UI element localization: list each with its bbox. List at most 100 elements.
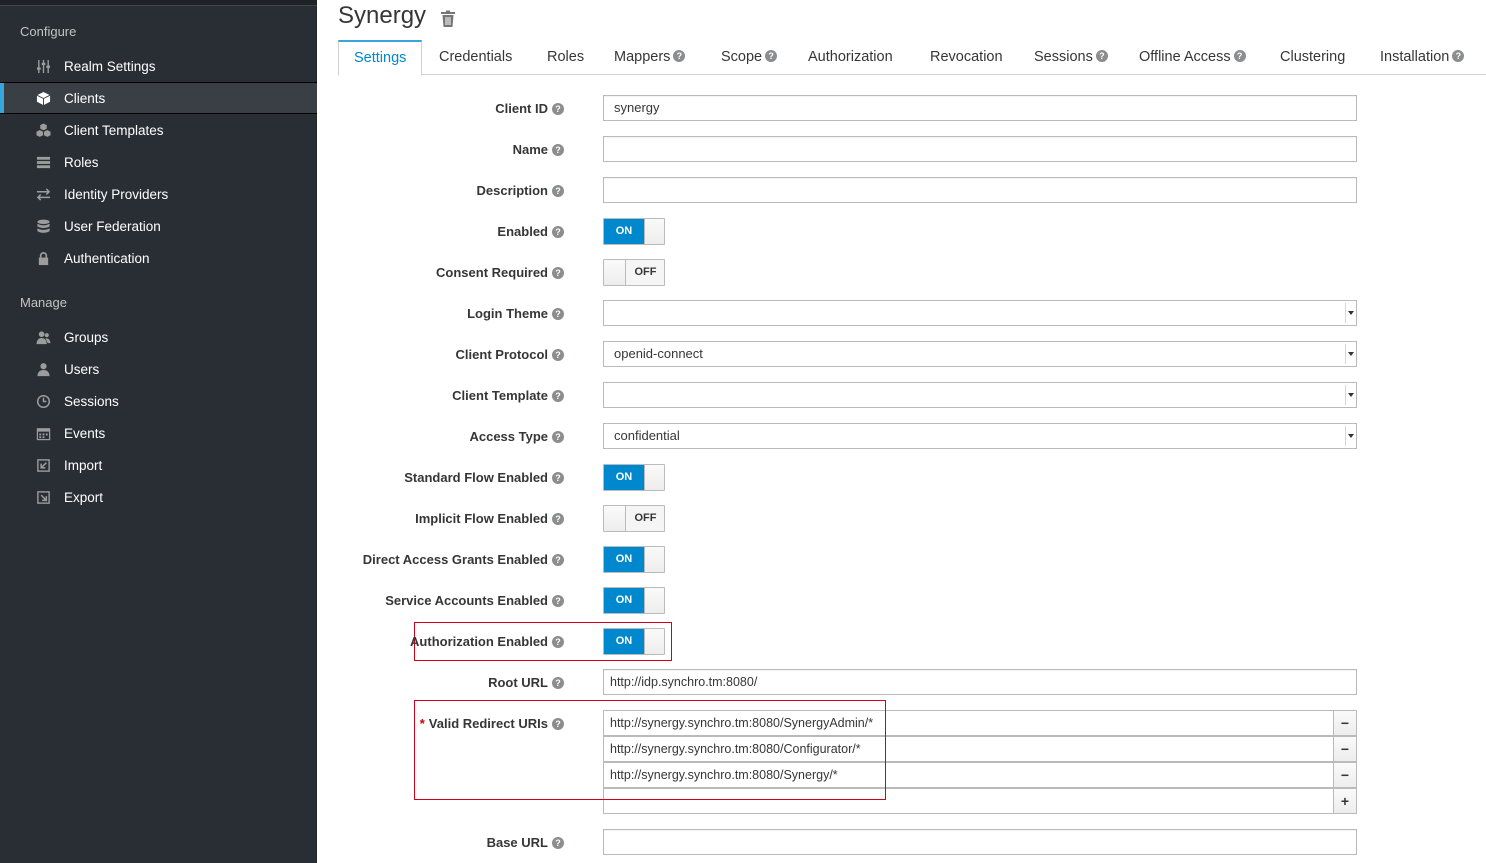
remove-uri-button[interactable]: − [1333,736,1357,762]
client-template-label: Client Template? [452,388,564,403]
trash-icon[interactable] [440,7,456,27]
tab-scope[interactable]: Scope? [721,40,778,75]
toggle-knob [604,506,626,531]
client-protocol-select[interactable]: openid-connect [603,341,1357,367]
help-icon[interactable]: ? [552,266,564,279]
export-icon [35,489,51,505]
standard-flow-toggle[interactable]: ON [603,464,665,491]
manage-section-title: Manage [20,295,67,310]
standard-flow-label: Standard Flow Enabled? [404,470,564,485]
help-icon[interactable]: ? [552,836,564,849]
toggle-knob [644,588,664,613]
tab-roles[interactable]: Roles [547,40,584,75]
tab-label: Installation [1380,49,1450,65]
toggle-on-label: ON [604,219,644,244]
login-theme-label: Login Theme? [467,306,564,321]
authorization-enabled-label: Authorization Enabled? [410,634,564,649]
tab-mappers[interactable]: Mappers? [614,40,686,75]
sidebar-item-clients[interactable]: Clients [0,82,317,114]
authorization-enabled-toggle[interactable]: ON [603,628,665,655]
add-uri-button[interactable]: + [1333,788,1357,814]
sidebar-item-label: Export [64,489,104,505]
help-icon[interactable]: ? [552,594,564,607]
name-input[interactable] [603,136,1357,162]
implicit-flow-toggle[interactable]: OFF [603,505,665,532]
service-accounts-toggle[interactable]: ON [603,587,665,614]
help-icon[interactable]: ? [552,553,564,566]
sidebar-item-label: User Federation [64,218,161,234]
help-icon[interactable]: ? [552,225,564,238]
sidebar-item-import[interactable]: Import [0,449,317,481]
sidebar-item-user-federation[interactable]: User Federation [0,210,317,242]
toggle-on-label: ON [604,465,644,490]
sidebar-item-label: Events [64,425,106,441]
sidebar-item-roles[interactable]: Roles [0,146,317,178]
service-accounts-label: Service Accounts Enabled? [385,593,564,608]
tab-authorization[interactable]: Authorization [808,40,893,75]
label-text: Direct Access Grants Enabled [362,552,548,567]
tab-clustering[interactable]: Clustering [1280,40,1345,75]
toggle-off-label: OFF [626,506,664,531]
help-icon[interactable]: ? [552,471,564,484]
help-icon[interactable]: ? [552,676,564,689]
import-icon [35,457,51,473]
description-input[interactable] [603,177,1357,203]
help-icon[interactable]: ? [1452,50,1465,63]
tab-installation[interactable]: Installation? [1380,40,1465,75]
chevron-down-icon [1345,303,1355,323]
enabled-label: Enabled? [497,224,564,239]
help-icon[interactable]: ? [552,102,564,115]
sidebar-item-sessions[interactable]: Sessions [0,385,317,417]
tab-sessions[interactable]: Sessions? [1034,40,1108,75]
base-url-input[interactable] [603,829,1357,855]
help-icon[interactable]: ? [552,348,564,361]
sidebar-item-client-templates[interactable]: Client Templates [0,114,317,146]
page-title-container: Synergy [338,2,456,30]
tab-offline-access[interactable]: Offline Access? [1139,40,1246,75]
help-icon[interactable]: ? [1233,50,1246,63]
help-icon[interactable]: ? [552,635,564,648]
implicit-flow-label: Implicit Flow Enabled? [415,511,564,526]
toggle-on-label: ON [604,629,644,654]
enabled-toggle[interactable]: ON [603,218,665,245]
sidebar-item-export[interactable]: Export [0,481,317,513]
sidebar-item-identity-providers[interactable]: Identity Providers [0,178,317,210]
client-id-input[interactable]: synergy [603,95,1357,121]
tab-revocation[interactable]: Revocation [930,40,1003,75]
help-icon[interactable]: ? [552,143,564,156]
sidebar-item-authentication[interactable]: Authentication [0,242,317,274]
help-icon[interactable]: ? [765,50,778,63]
help-icon[interactable]: ? [552,389,564,402]
sidebar-item-groups[interactable]: Groups [0,321,317,353]
base-url-label: Base URL? [487,835,564,850]
tab-label: Scope [721,49,763,65]
tab-label: Revocation [930,49,1003,65]
help-icon[interactable]: ? [1095,50,1108,63]
sidebar-item-label: Realm Settings [64,58,156,74]
access-type-select[interactable]: confidential [603,423,1357,449]
tab-credentials[interactable]: Credentials [439,40,512,75]
database-icon [35,218,51,234]
sidebar-item-realm-settings[interactable]: Realm Settings [0,50,317,82]
root-url-input[interactable]: http://idp.synchro.tm:8080/ [603,669,1357,695]
help-icon[interactable]: ? [552,512,564,525]
client-protocol-label: Client Protocol? [456,347,564,362]
sidebar-item-events[interactable]: Events [0,417,317,449]
client-tabs: Settings Credentials Roles Mappers? Scop… [338,40,1486,76]
consent-required-toggle[interactable]: OFF [603,259,665,286]
login-theme-select[interactable] [603,300,1357,326]
label-text: Description [476,183,548,198]
remove-uri-button[interactable]: − [1333,710,1357,736]
tab-label: Settings [354,50,407,66]
direct-access-toggle[interactable]: ON [603,546,665,573]
help-icon[interactable]: ? [552,184,564,197]
sidebar-item-users[interactable]: Users [0,353,317,385]
client-template-select[interactable] [603,382,1357,408]
tab-label: Offline Access [1139,49,1231,65]
help-icon[interactable]: ? [673,50,686,63]
help-icon[interactable]: ? [552,430,564,443]
chevron-down-icon [1345,385,1355,405]
help-icon[interactable]: ? [552,307,564,320]
tab-settings[interactable]: Settings [338,40,423,76]
remove-uri-button[interactable]: − [1333,762,1357,788]
